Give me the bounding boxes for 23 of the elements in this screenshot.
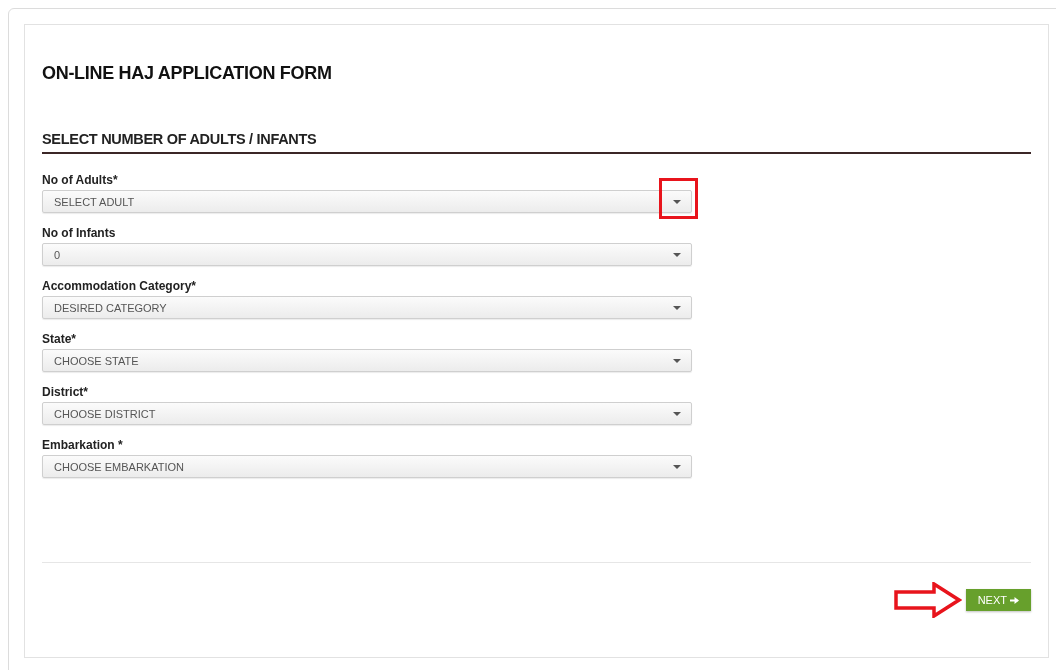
field-label: No of Adults* xyxy=(42,172,119,188)
caret-icon xyxy=(673,252,681,257)
caret-icon xyxy=(673,464,681,469)
highlight-frame xyxy=(659,178,698,219)
field-label: Embarkation * xyxy=(42,437,124,453)
field-label: No of Infants xyxy=(42,225,117,241)
arrow-right-icon xyxy=(1010,595,1019,605)
select-field[interactable]: DESIRED CATEGORY xyxy=(42,296,692,319)
select-field[interactable]: 0 xyxy=(42,243,692,266)
caret-icon xyxy=(673,358,681,363)
caret-icon xyxy=(673,305,681,310)
caret-icon xyxy=(673,199,681,204)
select-field[interactable]: CHOOSE DISTRICT xyxy=(42,402,692,425)
field-label: District* xyxy=(42,384,89,400)
form-title: ON-LINE HAJ APPLICATION FORM xyxy=(42,62,333,85)
arrow-icon xyxy=(893,582,962,618)
field-label: Accommodation Category* xyxy=(42,278,198,294)
select-field[interactable]: CHOOSE EMBARKATION xyxy=(42,455,692,478)
section-title: SELECT NUMBER OF ADULTS / INFANTS xyxy=(42,129,1031,154)
field-label: State* xyxy=(42,331,77,347)
select-field[interactable]: CHOOSE STATE xyxy=(42,349,692,372)
select-field[interactable]: SELECT ADULT xyxy=(42,190,692,213)
caret-icon xyxy=(673,411,681,416)
